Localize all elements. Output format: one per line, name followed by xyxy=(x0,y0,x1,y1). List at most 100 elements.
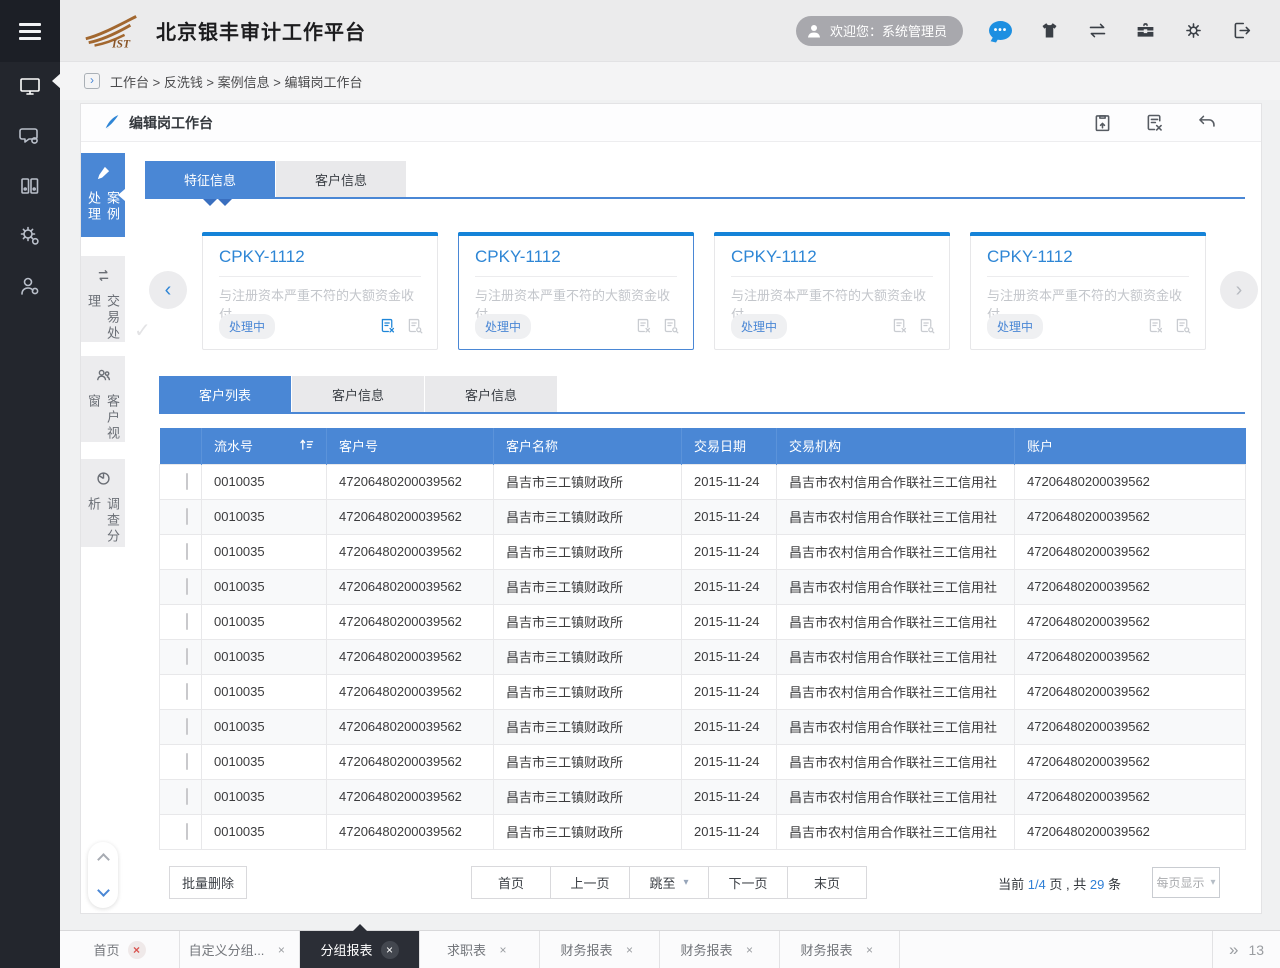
logout-icon[interactable] xyxy=(1230,20,1252,42)
case-card[interactable]: CPKY-1112 与注册资本严重不符的大额资金收付 处理中 xyxy=(202,232,438,350)
first-page-button[interactable]: 首页 xyxy=(471,866,551,899)
bottom-tab-finance-report-3[interactable]: 财务报表 × xyxy=(780,931,900,968)
next-page-button[interactable]: 下一页 xyxy=(708,866,788,899)
row-checkbox[interactable] xyxy=(186,578,188,595)
table-row[interactable]: 0010035 47206480200039562 昌吉市三工镇财政所 2015… xyxy=(160,604,1246,639)
table-row[interactable]: 0010035 47206480200039562 昌吉市三工镇财政所 2015… xyxy=(160,744,1246,779)
close-icon[interactable]: × xyxy=(272,941,290,959)
tab-customer-info[interactable]: 客户信息 xyxy=(276,161,407,197)
close-icon[interactable]: × xyxy=(494,941,512,959)
row-checkbox[interactable] xyxy=(186,718,188,735)
close-icon[interactable]: × xyxy=(621,941,639,959)
row-checkbox[interactable] xyxy=(186,683,188,700)
close-icon[interactable]: × xyxy=(381,941,399,959)
table-row[interactable]: 0010035 47206480200039562 昌吉市三工镇财政所 2015… xyxy=(160,814,1246,849)
tab-customer-info-2[interactable]: 客户信息 xyxy=(425,376,558,412)
settings-icon[interactable] xyxy=(1182,20,1204,42)
close-icon[interactable]: × xyxy=(741,941,759,959)
cell-trade-date: 2015-11-24 xyxy=(682,639,777,674)
row-checkbox[interactable] xyxy=(186,613,188,630)
side-tab-case-processing[interactable]: 案例处理 xyxy=(81,153,125,237)
undo-icon[interactable] xyxy=(1195,112,1217,134)
case-card[interactable]: CPKY-1112 与注册资本严重不符的大额资金收付 处理中 xyxy=(970,232,1206,350)
pie-icon xyxy=(96,471,111,489)
sidebar-item-archive[interactable] xyxy=(0,162,60,212)
table-row[interactable]: 0010035 47206480200039562 昌吉市三工镇财政所 2015… xyxy=(160,569,1246,604)
side-tab-customer-window[interactable]: 客户视窗 xyxy=(81,356,125,442)
menu-toggle-icon[interactable] xyxy=(0,0,60,62)
swap-icon[interactable] xyxy=(1086,20,1108,42)
doc-remove-icon[interactable] xyxy=(891,317,908,337)
bottom-tab-group-report[interactable]: 分组报表 × xyxy=(300,931,420,968)
doc-search-icon[interactable] xyxy=(662,317,679,337)
column-header: 流水号 xyxy=(214,436,253,455)
user-welcome-badge[interactable]: 欢迎您：系统管理员 xyxy=(796,16,963,46)
doc-search-icon[interactable] xyxy=(918,317,935,337)
row-checkbox[interactable] xyxy=(186,823,188,840)
doc-remove-icon[interactable] xyxy=(635,317,652,337)
bottom-tab-custom-group[interactable]: 自定义分组... × xyxy=(180,931,300,968)
case-card-selected[interactable]: CPKY-1112 与注册资本严重不符的大额资金收付 处理中 xyxy=(458,232,694,350)
doc-search-icon[interactable] xyxy=(1174,317,1191,337)
carousel-prev-button[interactable]: ‹ xyxy=(149,271,187,309)
cell-customer-no: 47206480200039562 xyxy=(327,674,494,709)
table-row[interactable]: 0010035 47206480200039562 昌吉市三工镇财政所 2015… xyxy=(160,534,1246,569)
doc-remove-icon[interactable] xyxy=(1143,112,1165,134)
tab-feature-info[interactable]: 特征信息 xyxy=(145,161,276,197)
bottom-tab-finance-report-1[interactable]: 财务报表 × xyxy=(540,931,660,968)
breadcrumb: 工作台 > 反洗钱 > 案例信息 > 编辑岗工作台 xyxy=(110,72,362,91)
briefcase-icon[interactable] xyxy=(1134,20,1156,42)
breadcrumb-expand-icon[interactable]: › xyxy=(84,73,100,89)
carousel-next-button[interactable]: › xyxy=(1220,271,1258,309)
bottom-tab-finance-report-2[interactable]: 财务报表 × xyxy=(660,931,780,968)
row-checkbox[interactable] xyxy=(186,508,188,525)
per-page-select[interactable]: 每页显示 ▾ xyxy=(1152,867,1220,898)
table-row[interactable]: 0010035 47206480200039562 昌吉市三工镇财政所 2015… xyxy=(160,464,1246,499)
sidebar-item-workbench[interactable] xyxy=(0,62,60,112)
cell-serial: 0010035 xyxy=(202,709,327,744)
table-row[interactable]: 0010035 47206480200039562 昌吉市三工镇财政所 2015… xyxy=(160,639,1246,674)
sidebar-item-settings[interactable] xyxy=(0,212,60,262)
table-row[interactable]: 0010035 47206480200039562 昌吉市三工镇财政所 2015… xyxy=(160,779,1246,814)
cell-trade-org: 昌吉市农村信用合作联社三工信用社 xyxy=(777,674,1015,709)
row-checkbox[interactable] xyxy=(186,788,188,805)
jump-to-button[interactable]: 跳至 ▾ xyxy=(629,866,709,899)
cell-serial: 0010035 xyxy=(202,569,327,604)
sort-icon[interactable] xyxy=(299,438,314,454)
row-checkbox[interactable] xyxy=(186,648,188,665)
cell-account: 47206480200039562 xyxy=(1015,709,1246,744)
check-icon: ✓ xyxy=(134,318,151,343)
row-checkbox[interactable] xyxy=(186,753,188,770)
close-icon[interactable]: × xyxy=(861,941,879,959)
doc-remove-icon[interactable] xyxy=(379,317,396,337)
status-badge: 处理中 xyxy=(475,314,531,339)
side-tab-transaction-processing[interactable]: 交易处理 xyxy=(81,256,125,342)
doc-search-icon[interactable] xyxy=(406,317,423,337)
table-row[interactable]: 0010035 47206480200039562 昌吉市三工镇财政所 2015… xyxy=(160,674,1246,709)
case-card[interactable]: CPKY-1112 与注册资本严重不符的大额资金收付 处理中 xyxy=(714,232,950,350)
tab-customer-list[interactable]: 客户列表 xyxy=(159,376,292,412)
sidebar-item-users[interactable] xyxy=(0,262,60,312)
theme-icon[interactable] xyxy=(1038,20,1060,42)
bottom-tab-job-form[interactable]: 求职表 × xyxy=(420,931,540,968)
sidebar-item-messages[interactable] xyxy=(0,112,60,162)
bulk-delete-button[interactable]: 批量删除 xyxy=(169,866,247,899)
bottom-tab-home[interactable]: 首页 × xyxy=(60,931,180,968)
chevron-up-icon[interactable] xyxy=(97,853,110,866)
message-icon[interactable]: ••• xyxy=(989,20,1012,41)
doc-remove-icon[interactable] xyxy=(1147,317,1164,337)
table-row[interactable]: 0010035 47206480200039562 昌吉市三工镇财政所 2015… xyxy=(160,709,1246,744)
prev-page-button[interactable]: 上一页 xyxy=(550,866,630,899)
cell-account: 47206480200039562 xyxy=(1015,499,1246,534)
list-tab-pointer xyxy=(218,199,232,206)
more-tabs-icon[interactable]: » xyxy=(1229,940,1236,960)
last-page-button[interactable]: 末页 xyxy=(787,866,867,899)
side-tab-investigation-analysis[interactable]: 调查分析 xyxy=(81,459,125,547)
close-icon[interactable]: × xyxy=(128,941,146,959)
table-row[interactable]: 0010035 47206480200039562 昌吉市三工镇财政所 2015… xyxy=(160,499,1246,534)
case-code: CPKY-1112 xyxy=(475,247,677,267)
row-checkbox[interactable] xyxy=(186,473,188,490)
row-checkbox[interactable] xyxy=(186,543,188,560)
tab-customer-info-1[interactable]: 客户信息 xyxy=(292,376,425,412)
clipboard-icon[interactable] xyxy=(1091,112,1113,134)
